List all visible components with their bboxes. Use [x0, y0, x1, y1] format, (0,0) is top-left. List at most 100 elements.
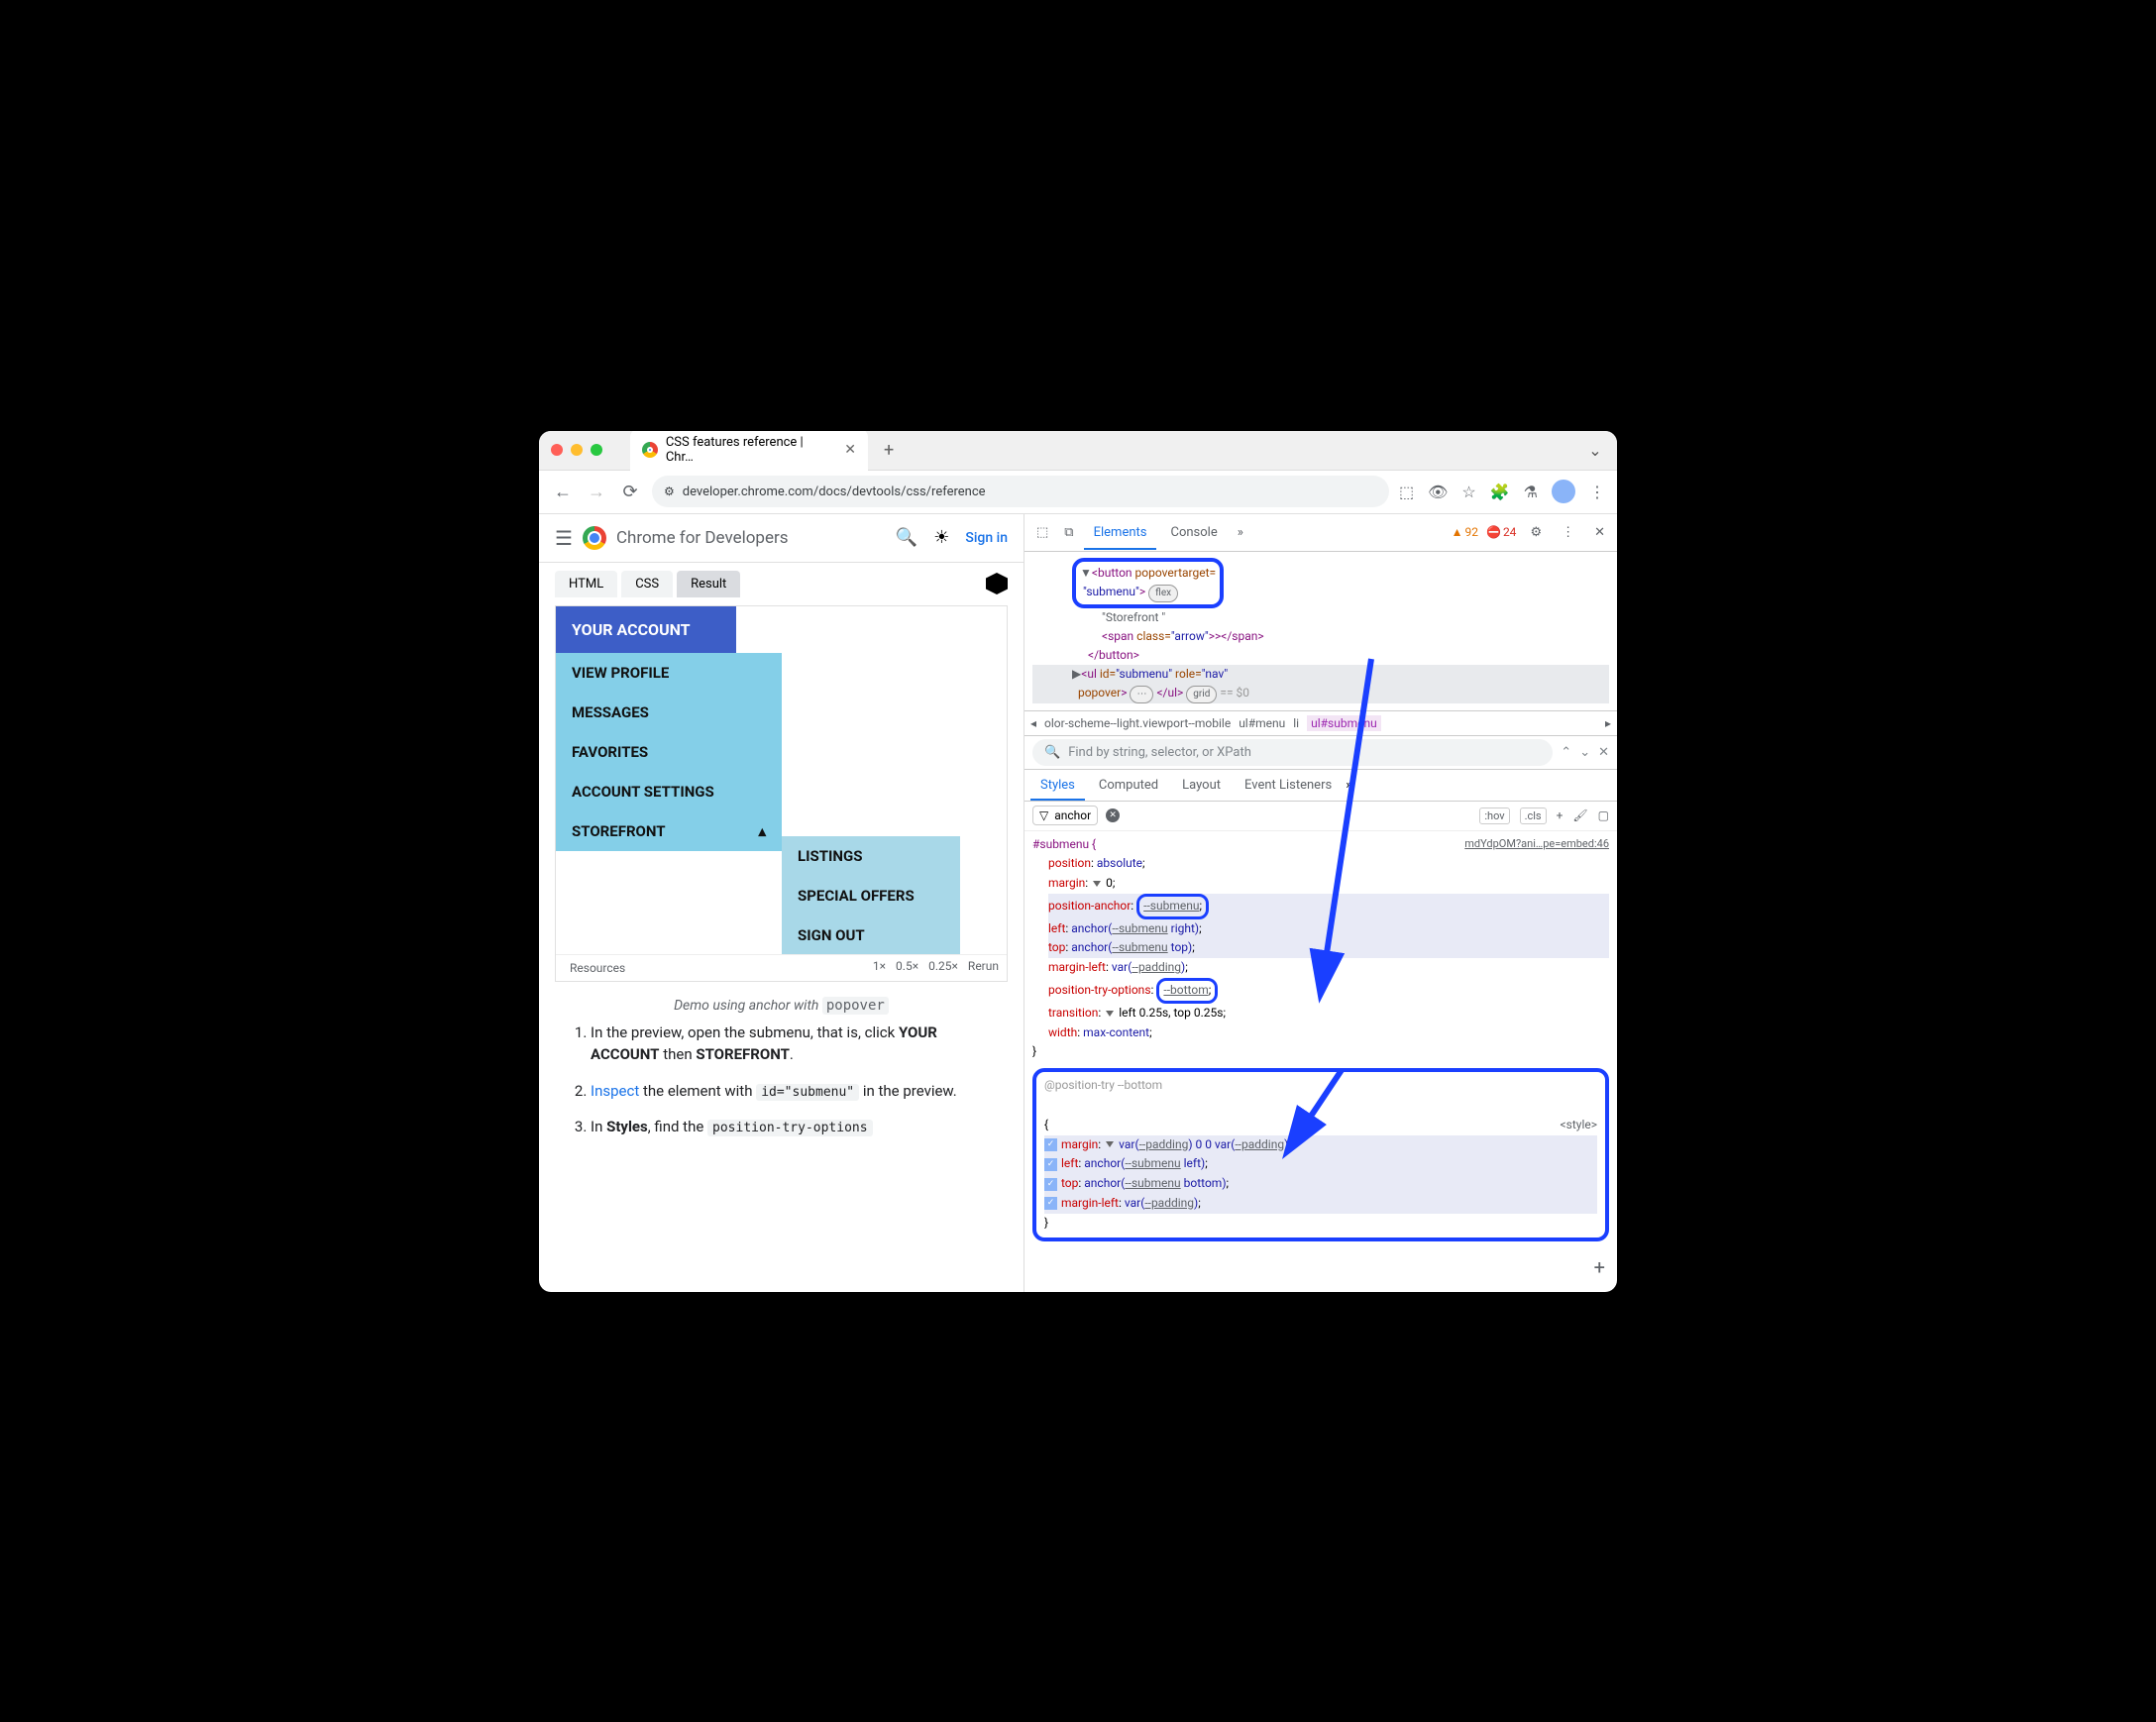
tab-html[interactable]: HTML — [555, 571, 617, 597]
find-input[interactable]: 🔍 Find by string, selector, or XPath — [1032, 739, 1553, 766]
zoom-025x[interactable]: 0.25× — [928, 959, 958, 977]
minimize-dot[interactable] — [571, 444, 583, 456]
codepen-icon[interactable] — [986, 573, 1008, 594]
inspect-icon[interactable]: ⬚ — [1030, 521, 1054, 544]
tab-listeners[interactable]: Event Listeners — [1235, 772, 1342, 799]
dom-tree[interactable]: ▼<button popovertarget= "submenu"> flex … — [1024, 552, 1617, 710]
dom-button-highlight: ▼<button popovertarget= "submenu"> flex — [1072, 558, 1224, 608]
new-tab-button[interactable]: + — [884, 440, 894, 461]
filter-icon: ▽ — [1039, 808, 1048, 822]
warnings-badge[interactable]: ▲ 92 — [1452, 525, 1478, 539]
kebab-icon[interactable]: ⋮ — [1556, 521, 1580, 544]
tab-close-icon[interactable]: ✕ — [844, 442, 856, 458]
position-try-block: @position-try --bottom <style> { ✓margin… — [1032, 1068, 1609, 1240]
code-tabs: HTML CSS Result — [539, 563, 1024, 597]
tab-css[interactable]: CSS — [621, 571, 673, 597]
flyout-item[interactable]: SPECIAL OFFERS — [782, 876, 960, 915]
gear-icon[interactable]: ⚙ — [1524, 521, 1548, 544]
breadcrumb-right-icon[interactable]: ▸ — [1605, 716, 1611, 730]
step-3: In Styles, find the position-try-options — [591, 1116, 992, 1138]
breadcrumb-left-icon[interactable]: ◂ — [1030, 716, 1036, 730]
zoom-dot[interactable] — [591, 444, 602, 456]
labs-icon[interactable]: ⚗ — [1524, 483, 1538, 501]
page-pane: ☰ Chrome for Developers 🔍 ☀ Sign in HTML… — [539, 514, 1024, 1292]
add-rule-icon[interactable]: + — [1594, 1251, 1605, 1284]
theme-icon[interactable]: ☀ — [933, 527, 949, 548]
toolbar-icons: ⬚ 👁 ☆ 🧩 ⚗ ⋮ — [1399, 480, 1605, 503]
more-tabs-icon[interactable]: » — [1346, 778, 1351, 793]
tab-result[interactable]: Result — [677, 571, 740, 597]
tab-styles[interactable]: Styles — [1030, 772, 1085, 799]
flex-badge[interactable]: flex — [1148, 585, 1178, 602]
flyout-item[interactable]: SIGN OUT — [782, 915, 960, 955]
brush-icon[interactable]: 🖌 — [1572, 808, 1587, 822]
new-rule-icon[interactable]: + — [1557, 808, 1563, 822]
content-panes: ☰ Chrome for Developers 🔍 ☀ Sign in HTML… — [539, 514, 1617, 1292]
dom-selected-row[interactable]: ▶<ul id="submenu" role="nav" popover> ⋯ … — [1032, 665, 1609, 703]
tab-layout[interactable]: Layout — [1172, 772, 1231, 799]
devtools-pane: ⬚ ⧉ Elements Console » ▲ 92 ⛔ 24 ⚙ ⋮ ✕ ▼… — [1024, 514, 1617, 1292]
reload-button[interactable]: ⟳ — [618, 480, 642, 503]
find-prev-icon[interactable]: ⌃ — [1561, 745, 1571, 760]
titlebar: CSS features reference | Chr… ✕ + ⌄ — [539, 431, 1617, 471]
inspect-link[interactable]: Inspect — [591, 1082, 639, 1100]
profile-avatar[interactable] — [1552, 480, 1575, 503]
resources-link[interactable]: Resources — [564, 959, 631, 977]
back-button[interactable]: ← — [551, 480, 575, 503]
menu-icon[interactable]: ⋮ — [1589, 483, 1605, 501]
site-title: Chrome for Developers — [616, 528, 789, 548]
hov-button[interactable]: :hov — [1479, 807, 1509, 824]
submenu-item[interactable]: ACCOUNT SETTINGS — [556, 772, 782, 811]
styles-tabs: Styles Computed Layout Event Listeners » — [1024, 770, 1617, 802]
site-settings-icon[interactable]: ⚙ — [664, 484, 675, 498]
more-tabs-icon[interactable]: » — [1232, 521, 1249, 544]
bookmark-icon[interactable]: ☆ — [1461, 483, 1475, 501]
grid-badge[interactable]: grid — [1186, 686, 1217, 703]
dom-text: "Storefront " — [1032, 608, 1609, 627]
tab-computed[interactable]: Computed — [1089, 772, 1168, 799]
styles-body[interactable]: mdYdpOM?ani…pe=embed:46 #submenu { posit… — [1024, 831, 1617, 1292]
find-close-icon[interactable]: ✕ — [1598, 745, 1609, 760]
tab-elements[interactable]: Elements — [1084, 517, 1157, 548]
cast-icon[interactable]: ⬚ — [1399, 483, 1414, 501]
style-tag-link[interactable]: <style> — [1561, 1116, 1597, 1135]
browser-tab[interactable]: CSS features reference | Chr… ✕ — [630, 431, 868, 472]
submenu-item-storefront[interactable]: STOREFRONT▴ — [556, 811, 782, 851]
clear-filter-icon[interactable]: ✕ — [1106, 808, 1120, 822]
source-link[interactable]: mdYdpOM?ani…pe=embed:46 — [1464, 835, 1609, 853]
demo-caption: Demo using anchor with popover — [539, 990, 1024, 1022]
submenu-item[interactable]: VIEW PROFILE — [556, 653, 782, 693]
step-2: Inspect the element with id="submenu" in… — [591, 1080, 992, 1103]
filter-input[interactable]: ▽ anchor — [1032, 806, 1098, 825]
signin-link[interactable]: Sign in — [965, 530, 1008, 546]
ellipsis-badge[interactable]: ⋯ — [1130, 686, 1153, 703]
flyout-item[interactable]: LISTINGS — [782, 836, 960, 876]
hamburger-icon[interactable]: ☰ — [555, 526, 573, 550]
zoom-05x[interactable]: 0.5× — [896, 959, 918, 977]
tabs-overflow-icon[interactable]: ⌄ — [1585, 440, 1605, 460]
search-icon[interactable]: 🔍 — [896, 527, 917, 548]
url-bar[interactable]: ⚙ developer.chrome.com/docs/devtools/css… — [652, 476, 1389, 507]
rerun-button[interactable]: Rerun — [968, 959, 999, 977]
computed-toggle-icon[interactable]: ▢ — [1598, 808, 1609, 822]
tab-favicon — [642, 442, 658, 458]
forward-button[interactable]: → — [585, 480, 608, 503]
close-dot[interactable] — [551, 444, 563, 456]
zoom-1x[interactable]: 1× — [873, 959, 886, 977]
cls-button[interactable]: .cls — [1520, 807, 1547, 824]
close-devtools-icon[interactable]: ✕ — [1588, 521, 1611, 544]
incognito-icon[interactable]: 👁 — [1428, 483, 1448, 501]
tab-console[interactable]: Console — [1160, 517, 1227, 548]
submenu-item[interactable]: FAVORITES — [556, 732, 782, 772]
dom-breadcrumb[interactable]: ◂ olor-scheme--light.viewport--mobile ul… — [1024, 710, 1617, 736]
extensions-icon[interactable]: 🧩 — [1490, 483, 1510, 501]
tab-title: CSS features reference | Chr… — [666, 435, 832, 465]
submenu-item[interactable]: MESSAGES — [556, 693, 782, 732]
site-header: ☰ Chrome for Developers 🔍 ☀ Sign in — [539, 514, 1024, 563]
errors-badge[interactable]: ⛔ 24 — [1486, 525, 1516, 539]
find-next-icon[interactable]: ⌄ — [1579, 745, 1590, 760]
device-icon[interactable]: ⧉ — [1058, 521, 1079, 544]
instructions: In the preview, open the submenu, that i… — [539, 1022, 1024, 1168]
menu-header[interactable]: YOUR ACCOUNT — [556, 606, 736, 653]
caption-text: Demo using anchor with — [674, 998, 822, 1014]
